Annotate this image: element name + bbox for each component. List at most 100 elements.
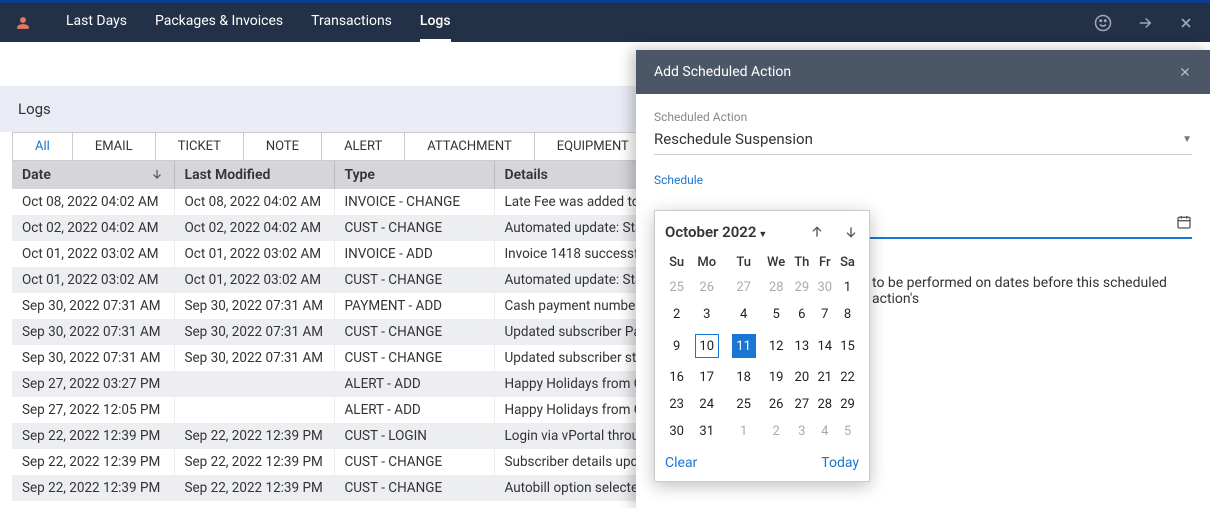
cell-type: CUST - CHANGE: [334, 345, 494, 371]
close-icon[interactable]: [1178, 15, 1194, 31]
calendar-day[interactable]: 26: [688, 274, 725, 301]
column-header-type[interactable]: Type: [334, 161, 494, 189]
cell-mod: [174, 397, 334, 423]
cell-type: CUST - CHANGE: [334, 449, 494, 475]
calendar-day[interactable]: 28: [814, 391, 837, 418]
calendar-day[interactable]: 24: [688, 391, 725, 418]
scheduled-action-select[interactable]: Reschedule Suspension ▼: [654, 124, 1192, 155]
cell-mod: Sep 22, 2022 12:39 PM: [174, 423, 334, 449]
filter-tab-alert[interactable]: ALERT: [322, 132, 405, 160]
filter-tab-all[interactable]: All: [12, 132, 73, 160]
calendar-day[interactable]: 29: [790, 274, 813, 301]
dow-header: Su: [665, 251, 688, 274]
calendar-day[interactable]: 12: [762, 328, 790, 364]
column-header-last-modified[interactable]: Last Modified: [174, 161, 334, 189]
calendar-day[interactable]: 1: [836, 274, 859, 301]
filter-tab-equipment[interactable]: EQUIPMENT: [535, 132, 652, 160]
cell-type: INVOICE - ADD: [334, 241, 494, 267]
nav-tab-packages-invoices[interactable]: Packages & Invoices: [155, 3, 283, 42]
calendar-day[interactable]: 31: [688, 418, 725, 445]
cell-mod: Oct 08, 2022 04:02 AM: [174, 189, 334, 215]
calendar-today-button[interactable]: Today: [821, 455, 859, 471]
cell-type: CUST - LOGIN: [334, 423, 494, 449]
panel-close-icon[interactable]: [1178, 65, 1192, 79]
calendar-day[interactable]: 25: [725, 391, 762, 418]
panel-title: Add Scheduled Action: [654, 64, 791, 80]
dow-header: Sa: [836, 251, 859, 274]
calendar-day[interactable]: 3: [688, 301, 725, 328]
panel-header: Add Scheduled Action: [636, 50, 1210, 94]
calendar-day[interactable]: 4: [814, 418, 837, 445]
calendar-day[interactable]: 5: [836, 418, 859, 445]
cell-type: CUST - CHANGE: [334, 319, 494, 345]
calendar-day[interactable]: 7: [814, 301, 837, 328]
next-month-icon[interactable]: [843, 224, 859, 240]
calendar-day[interactable]: 4: [725, 301, 762, 328]
calendar-day[interactable]: 14: [814, 328, 837, 364]
filter-tab-note[interactable]: NOTE: [244, 132, 322, 160]
calendar-day[interactable]: 27: [725, 274, 762, 301]
calendar-day[interactable]: 3: [790, 418, 813, 445]
calendar-day[interactable]: 2: [762, 418, 790, 445]
calendar-day[interactable]: 17: [688, 364, 725, 391]
calendar-day[interactable]: 19: [762, 364, 790, 391]
cell-mod: Oct 01, 2022 03:02 AM: [174, 267, 334, 293]
calendar-clear-button[interactable]: Clear: [665, 455, 697, 471]
chevron-down-icon: ▼: [758, 230, 767, 240]
calendar-day[interactable]: 10: [688, 328, 725, 364]
section-title: Logs: [18, 100, 51, 118]
dow-header: Fr: [814, 251, 837, 274]
calendar-day[interactable]: 5: [762, 301, 790, 328]
month-year-button[interactable]: October 2022▼: [665, 223, 767, 241]
calendar-day[interactable]: 21: [814, 364, 837, 391]
calendar-day[interactable]: 20: [790, 364, 813, 391]
calendar-day[interactable]: 28: [762, 274, 790, 301]
column-header-date[interactable]: Date: [12, 161, 174, 189]
calendar-day[interactable]: 13: [790, 328, 813, 364]
cell-mod: Sep 22, 2022 12:39 PM: [174, 475, 334, 501]
cell-date: Oct 08, 2022 04:02 AM: [12, 189, 174, 215]
prev-month-icon[interactable]: [809, 224, 825, 240]
cell-date: Oct 01, 2022 03:02 AM: [12, 241, 174, 267]
calendar-day[interactable]: 11: [725, 328, 762, 364]
calendar-day[interactable]: 25: [665, 274, 688, 301]
filter-tab-email[interactable]: EMAIL: [73, 132, 156, 160]
calendar-day[interactable]: 16: [665, 364, 688, 391]
calendar-day[interactable]: 18: [725, 364, 762, 391]
sort-desc-icon: [150, 167, 164, 181]
calendar-day[interactable]: 15: [836, 328, 859, 364]
calendar-day[interactable]: 23: [665, 391, 688, 418]
cell-type: ALERT - ADD: [334, 371, 494, 397]
calendar-day[interactable]: 27: [790, 391, 813, 418]
calendar-day[interactable]: 6: [790, 301, 813, 328]
cell-mod: Sep 30, 2022 07:31 AM: [174, 345, 334, 371]
cell-type: CUST - CHANGE: [334, 475, 494, 501]
cell-type: PAYMENT - ADD: [334, 293, 494, 319]
calendar-day[interactable]: 1: [725, 418, 762, 445]
cell-date: Sep 30, 2022 07:31 AM: [12, 345, 174, 371]
calendar-day[interactable]: 9: [665, 328, 688, 364]
calendar-day[interactable]: 8: [836, 301, 859, 328]
calendar-icon[interactable]: [1176, 214, 1192, 230]
cell-date: Sep 30, 2022 07:31 AM: [12, 293, 174, 319]
calendar-day[interactable]: 29: [836, 391, 859, 418]
arrow-right-icon[interactable]: [1136, 14, 1154, 32]
nav-tab-logs[interactable]: Logs: [420, 3, 451, 42]
nav-tab-last-days[interactable]: Last Days: [66, 3, 127, 42]
nav-tab-transactions[interactable]: Transactions: [311, 3, 392, 42]
cell-date: Sep 22, 2022 12:39 PM: [12, 423, 174, 449]
cell-mod: Sep 22, 2022 12:39 PM: [174, 449, 334, 475]
calendar-day[interactable]: 2: [665, 301, 688, 328]
cell-type: CUST - CHANGE: [334, 215, 494, 241]
cell-mod: [174, 371, 334, 397]
schedule-label: Schedule: [654, 173, 1192, 187]
calendar-day[interactable]: 30: [665, 418, 688, 445]
smile-icon[interactable]: [1094, 14, 1112, 32]
calendar-day[interactable]: 30: [814, 274, 837, 301]
dow-header: Mo: [688, 251, 725, 274]
calendar-day[interactable]: 26: [762, 391, 790, 418]
filter-tab-attachment[interactable]: ATTACHMENT: [405, 132, 535, 160]
calendar-day[interactable]: 22: [836, 364, 859, 391]
cell-type: CUST - CHANGE: [334, 267, 494, 293]
filter-tab-ticket[interactable]: TICKET: [156, 132, 244, 160]
